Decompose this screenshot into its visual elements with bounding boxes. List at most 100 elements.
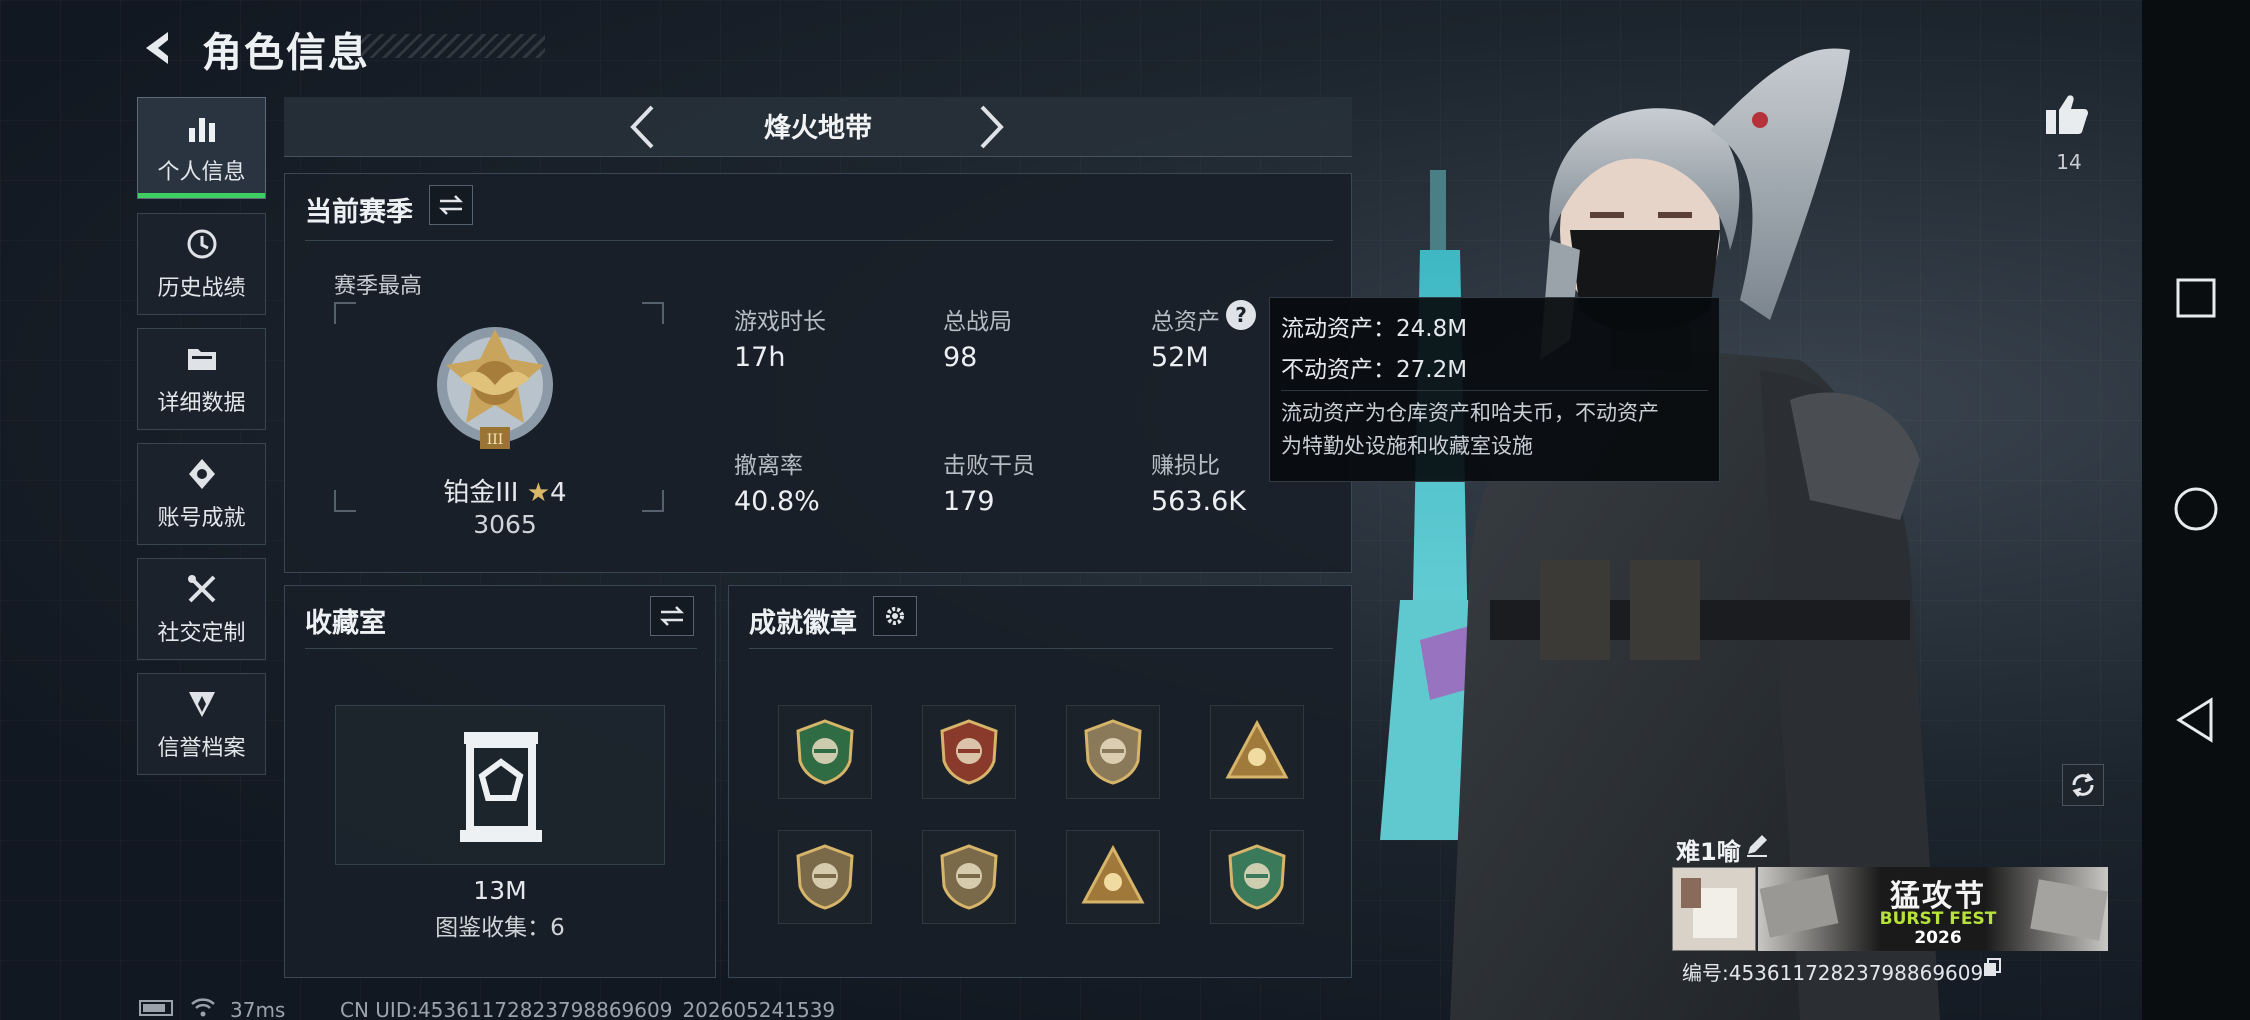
player-id: 编号:4536117282379886960​9 [1682, 961, 1984, 985]
stat-label-profit-ratio: 赚损比 [1151, 453, 1220, 479]
recent-apps-button[interactable] [2162, 264, 2230, 332]
back-arrow-icon [146, 32, 168, 64]
avatar[interactable] [1672, 867, 1756, 951]
stat-value-extract-rate: 40.8% [734, 486, 820, 517]
like-button[interactable] [2044, 92, 2094, 142]
rank-line: 铂金III ★4 [420, 472, 590, 509]
swap-icon [659, 606, 685, 626]
frame-corner [334, 490, 356, 512]
knife-badge-icon [940, 844, 998, 910]
swap-icon [438, 195, 464, 215]
copy-icon [1984, 958, 2001, 976]
tooltip-desc-line1: 流动资产为仓库资产和哈夫币，不动资产 [1281, 401, 1659, 425]
stat-value-total-matches: 98 [943, 342, 978, 373]
svg-text:III: III [487, 432, 504, 448]
season-switch-button[interactable] [429, 185, 473, 225]
square-icon [2176, 278, 2216, 318]
stat-value-kills: 179 [943, 486, 995, 517]
shield-badge-icon [1084, 719, 1142, 785]
badge-slot[interactable] [1066, 705, 1160, 799]
home-button[interactable] [2162, 475, 2230, 543]
rotate-view-button[interactable] [2062, 764, 2104, 806]
back-system-button[interactable] [2162, 686, 2230, 754]
badge-slot[interactable] [778, 705, 872, 799]
badge-slot[interactable] [922, 830, 1016, 924]
back-button[interactable] [136, 26, 180, 70]
sidebar-item-label: 社交定制 [157, 621, 246, 646]
badge-slot[interactable] [1210, 830, 1304, 924]
sidebar-item-social[interactable]: 社交定制 [137, 558, 266, 660]
stat-label-total-matches: 总战局 [943, 309, 1012, 335]
sidebar-item-details[interactable]: 详细数据 [137, 328, 266, 430]
like-count: 14 [2056, 150, 2082, 174]
triangle-back-icon [2176, 697, 2213, 743]
sidebar-item-label: 账号成就 [157, 506, 246, 531]
prev-mode-button[interactable] [622, 102, 662, 152]
sidebar-item-reputation[interactable]: 信誉档案 [137, 673, 266, 775]
badge-slot[interactable] [1210, 705, 1304, 799]
badges-title: 成就徽章 [749, 608, 857, 639]
chevron-right-icon [980, 105, 1004, 149]
reputation-icon [188, 692, 215, 717]
stat-label-total-assets: 总资产 [1151, 309, 1220, 335]
banner-subtitle: BURST FEST [1879, 909, 1997, 929]
pistol-badge-icon [796, 844, 854, 910]
badge-slot[interactable] [778, 830, 872, 924]
uid-text: CN UID:4536117282379886960​9_20260524153… [340, 998, 836, 1020]
platinum-rank-medal-icon: III [437, 327, 553, 449]
wifi-icon [190, 996, 216, 1018]
rank-score: 3065 [473, 510, 537, 539]
edit-name-button[interactable] [1744, 832, 1772, 860]
pencil-icon [1747, 835, 1767, 857]
collection-title: 收藏室 [305, 608, 386, 639]
sidebar-item-label: 个人信息 [157, 160, 246, 185]
divider [305, 648, 697, 649]
stat-value-playtime: 17h [734, 342, 786, 373]
collection-catalog: 图鉴收集：6 [435, 915, 565, 941]
tooltip-liquid-assets: 流动资产：24.8M [1281, 316, 1468, 342]
divider [749, 648, 1333, 649]
banner-burst-fest[interactable]: 猛攻节 BURST FEST 2026 [1758, 867, 2108, 951]
star-icon: ★ [526, 478, 551, 508]
ping-text: 37ms [230, 998, 286, 1020]
stat-label-kills: 击败干员 [943, 453, 1035, 479]
sidebar-item-history[interactable]: 历史战绩 [137, 213, 266, 315]
next-mode-button[interactable] [972, 102, 1012, 152]
star-medal-badge-icon [940, 719, 998, 785]
season-title: 当前赛季 [305, 197, 413, 228]
tooltip-desc-line2: 为特勤处设施和收藏室设施 [1281, 434, 1533, 458]
mode-title: 烽火地带 [764, 113, 872, 144]
rank-name: 铂金III [443, 478, 519, 508]
collection-value: 13M [473, 876, 527, 905]
battery-icon [139, 1000, 173, 1016]
collection-switch-button[interactable] [650, 596, 694, 636]
divider [1281, 390, 1708, 391]
copy-id-button[interactable] [1982, 958, 2004, 980]
rank-stars: 4 [550, 478, 567, 508]
badge-slot[interactable] [1066, 830, 1160, 924]
badge-slot[interactable] [922, 705, 1016, 799]
helmet-badge-icon [1081, 844, 1145, 904]
circle-icon [2174, 487, 2218, 531]
chevron-left-icon [630, 105, 654, 149]
sidebar-item-achievements[interactable]: 账号成就 [137, 443, 266, 545]
page-title: 角色信息 [202, 30, 370, 76]
sidebar-item-label: 信誉档案 [157, 736, 246, 761]
badges-settings-button[interactable] [873, 596, 917, 636]
skull-badge-icon [1228, 844, 1286, 910]
sidebar-item-personal-info[interactable]: 个人信息 [137, 97, 266, 199]
frame-corner [642, 302, 664, 324]
help-icon[interactable]: ? [1226, 300, 1256, 330]
stat-label-extract-rate: 撤离率 [734, 453, 803, 479]
collection-room-preview[interactable] [335, 705, 665, 865]
frame-corner [642, 490, 664, 512]
thumbs-up-icon [2046, 95, 2088, 134]
green-rifle-badge-icon [796, 719, 854, 785]
banner-year: 2026 [1914, 928, 1962, 948]
tools-icon [187, 575, 215, 603]
gear-icon [886, 607, 904, 625]
title-decoration [355, 34, 545, 58]
history-icon [187, 229, 216, 259]
achievement-icon [188, 459, 215, 489]
folder-icon [187, 349, 216, 370]
